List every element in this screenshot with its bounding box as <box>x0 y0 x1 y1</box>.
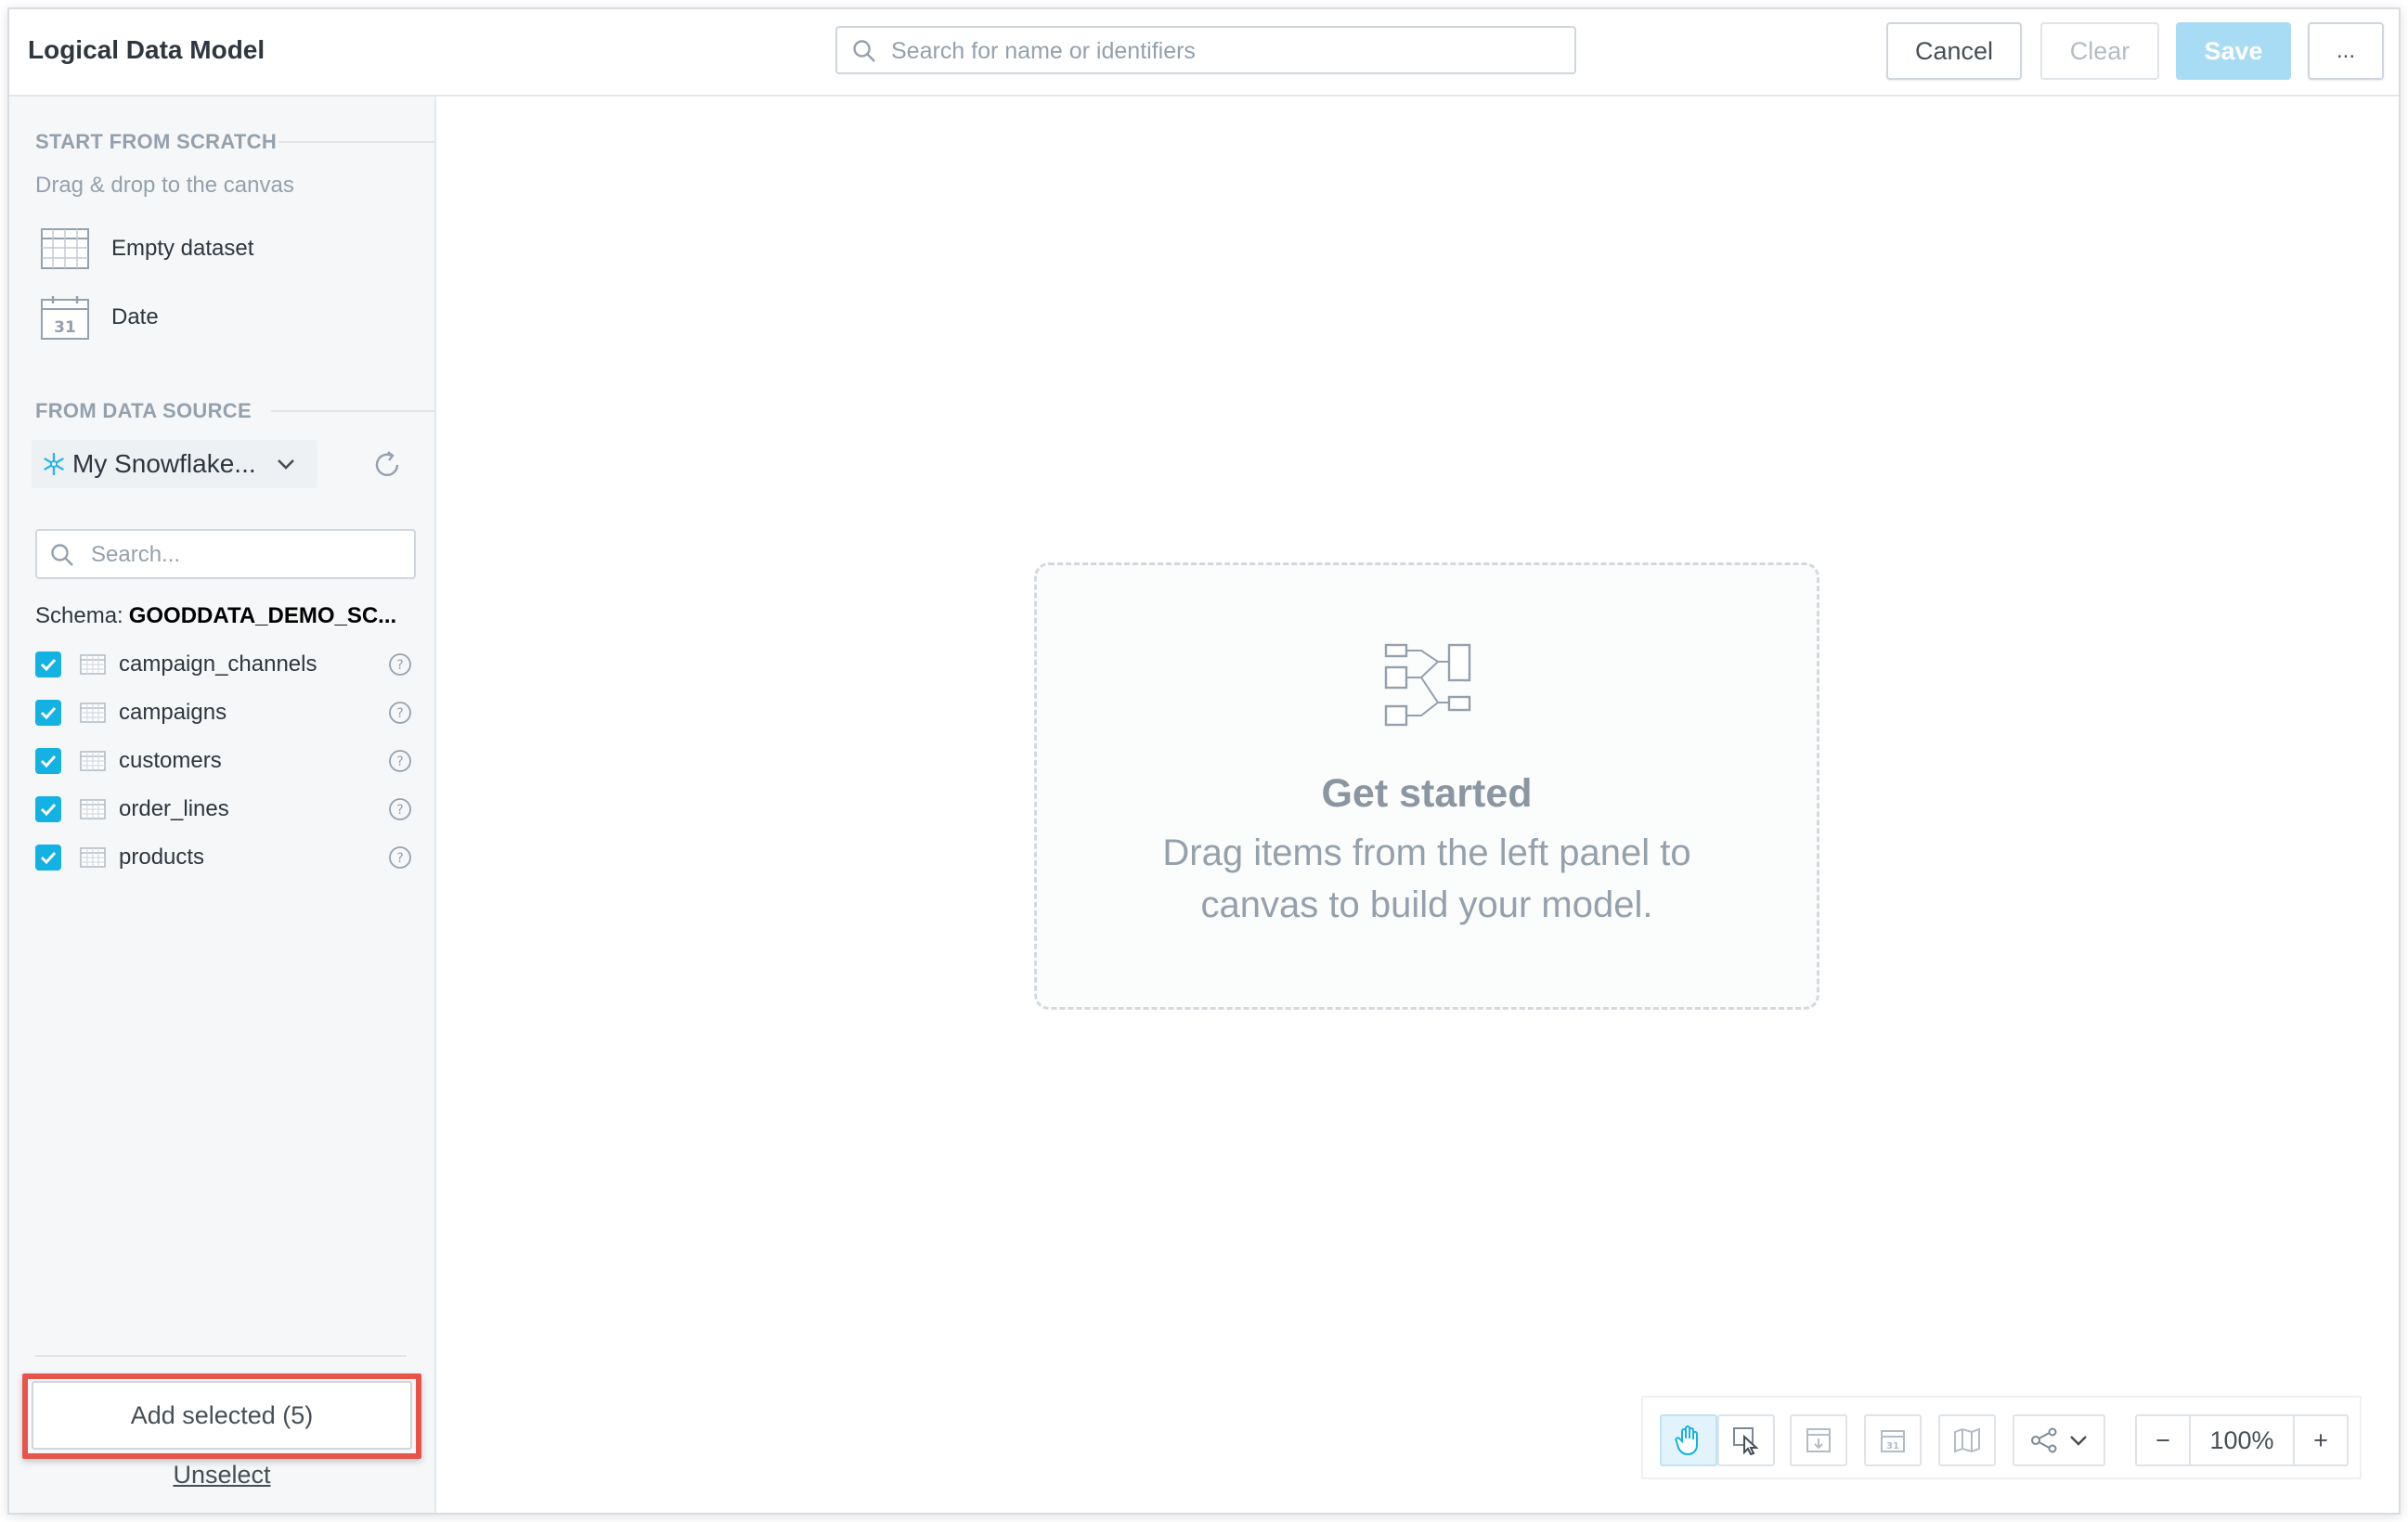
calendar-icon: 31 <box>41 296 89 340</box>
svg-text:31: 31 <box>1886 1441 1899 1451</box>
datasource-name: My Snowflake... <box>72 449 256 478</box>
global-search[interactable] <box>835 26 1576 74</box>
checkmark-icon <box>40 803 57 817</box>
empty-dataset-label: Empty dataset <box>111 236 254 261</box>
zoom-out-button[interactable]: − <box>2135 1414 2191 1466</box>
clear-button[interactable]: Clear <box>2040 22 2159 80</box>
table-search-input[interactable] <box>89 540 408 570</box>
share-graph-icon <box>2031 1427 2057 1453</box>
checkmark-icon <box>40 851 57 865</box>
chevron-down-icon <box>2070 1436 2087 1446</box>
table-name: order_lines <box>119 796 229 821</box>
empty-state-title: Get started <box>1321 771 1533 816</box>
section-divider <box>278 141 434 143</box>
add-dataset-tool-button[interactable] <box>1790 1414 1847 1466</box>
table-name: products <box>119 845 205 870</box>
zoom-in-button[interactable]: + <box>2293 1414 2349 1466</box>
left-panel: START FROM SCRATCH Drag & drop to the ca… <box>9 97 436 1513</box>
global-search-input[interactable] <box>889 35 1561 67</box>
geo-tool-button[interactable] <box>1938 1414 1996 1466</box>
section-title-datasource: FROM DATA SOURCE <box>35 399 252 422</box>
snowflake-icon <box>44 453 64 475</box>
search-icon <box>51 544 73 566</box>
data-model-icon <box>1384 643 1471 727</box>
map-icon <box>1954 1427 1980 1453</box>
schema-label: Schema: GOODDATA_DEMO_SC... <box>35 603 396 629</box>
refresh-icon[interactable] <box>371 449 403 481</box>
chevron-down-icon <box>277 459 294 470</box>
help-icon[interactable]: ? <box>388 749 412 773</box>
svg-text:?: ? <box>396 755 403 769</box>
empty-dataset-item[interactable]: Empty dataset <box>41 223 253 275</box>
table-name: customers <box>119 748 222 773</box>
schema-name: GOODDATA_DEMO_SC... <box>128 603 397 628</box>
table-checkbox[interactable] <box>35 748 61 774</box>
table-name: campaign_channels <box>119 651 317 677</box>
help-icon[interactable]: ? <box>388 701 412 725</box>
add-date-tool-button[interactable]: 31 <box>1864 1414 1922 1466</box>
empty-state-text: Drag items from the left panel to canvas… <box>1162 832 1691 925</box>
schema-prefix: Schema: <box>35 603 123 628</box>
select-tool-button[interactable] <box>1717 1414 1775 1466</box>
table-icon <box>80 703 106 723</box>
table-icon <box>80 799 106 819</box>
zoom-controls: − 100% + <box>2135 1414 2349 1466</box>
help-icon[interactable]: ? <box>388 797 412 821</box>
bottom-divider <box>35 1355 407 1357</box>
save-button[interactable]: Save <box>2176 22 2291 80</box>
model-canvas[interactable]: Get started Drag items from the left pan… <box>436 97 2399 1513</box>
table-row[interactable]: products? <box>35 839 416 876</box>
header-bar: Logical Data Model Cancel Clear Save ... <box>9 9 2399 97</box>
table-row[interactable]: campaigns? <box>35 694 416 731</box>
help-icon[interactable]: ? <box>388 652 412 677</box>
table-grid-icon <box>41 228 89 269</box>
checkmark-icon <box>40 658 57 672</box>
page-title: Logical Data Model <box>28 35 265 64</box>
svg-text:?: ? <box>396 658 403 673</box>
unselect-link[interactable]: Unselect <box>9 1461 434 1490</box>
empty-state-dropzone: Get started Drag items from the left pan… <box>1034 562 1819 1010</box>
date-item[interactable]: 31 Date <box>41 291 159 343</box>
hand-icon <box>1675 1425 1698 1456</box>
table-checkbox[interactable] <box>35 845 61 871</box>
select-pointer-icon <box>1733 1427 1759 1455</box>
table-search[interactable] <box>35 529 416 579</box>
calendar-icon: 31 <box>1881 1430 1905 1452</box>
table-row[interactable]: campaign_channels? <box>35 646 416 683</box>
svg-text:31: 31 <box>54 318 76 337</box>
datasource-dropdown[interactable]: My Snowflake... <box>32 440 317 488</box>
layout-dropdown-button[interactable] <box>2013 1414 2105 1466</box>
cancel-button[interactable]: Cancel <box>1886 22 2022 80</box>
svg-text:?: ? <box>396 706 403 721</box>
section-title-scratch: START FROM SCRATCH <box>35 130 278 153</box>
svg-text:?: ? <box>396 851 403 866</box>
table-row[interactable]: order_lines? <box>35 791 416 828</box>
more-options-button[interactable]: ... <box>2308 22 2384 80</box>
help-icon[interactable]: ? <box>388 845 412 870</box>
table-row[interactable]: customers? <box>35 742 416 780</box>
table-icon <box>80 847 106 868</box>
hand-tool-button[interactable] <box>1660 1414 1717 1466</box>
table-icon <box>80 654 106 675</box>
dataset-icon <box>1806 1428 1831 1452</box>
section-divider <box>271 410 434 412</box>
table-icon <box>80 751 106 771</box>
canvas-toolbar: 31 − 100% + <box>1641 1396 2362 1479</box>
table-checkbox[interactable] <box>35 651 61 677</box>
svg-text:?: ? <box>396 803 403 818</box>
table-checkbox[interactable] <box>35 700 61 726</box>
table-checkbox[interactable] <box>35 796 61 822</box>
zoom-level: 100% <box>2191 1414 2293 1466</box>
drag-hint: Drag & drop to the canvas <box>35 173 294 198</box>
table-name: campaigns <box>119 700 227 725</box>
add-selected-button[interactable]: Add selected (5) <box>32 1381 412 1450</box>
search-icon <box>853 40 875 62</box>
date-label: Date <box>111 304 159 329</box>
checkmark-icon <box>40 706 57 720</box>
checkmark-icon <box>40 755 57 768</box>
app-window: Logical Data Model Cancel Clear Save ...… <box>7 7 2401 1515</box>
